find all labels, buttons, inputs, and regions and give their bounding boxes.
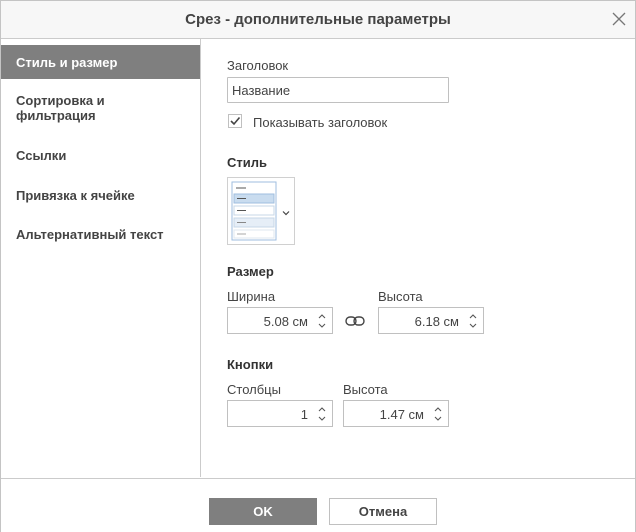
- sidebar-item-style-size[interactable]: Стиль и размер: [1, 45, 200, 79]
- style-section-label: Стиль: [227, 155, 267, 170]
- constrain-proportions-button[interactable]: [344, 312, 366, 330]
- spin-down-icon[interactable]: [467, 321, 479, 331]
- button-height-spinner[interactable]: 1.47 см: [343, 400, 449, 427]
- height-spinner[interactable]: 6.18 см: [378, 307, 484, 334]
- dialog-titlebar: Срез - дополнительные параметры: [1, 1, 635, 39]
- width-spin-arrows[interactable]: [316, 311, 328, 331]
- sidebar-item-label: Ссылки: [16, 148, 67, 163]
- sidebar-item-sorting-filtering[interactable]: Сортировка и фильтрация: [1, 93, 200, 127]
- header-input[interactable]: [227, 77, 449, 103]
- sidebar-item-label: Альтернативный текст: [16, 227, 164, 242]
- style-picker[interactable]: [227, 177, 295, 245]
- sidebar-item-cell-snapping[interactable]: Привязка к ячейке: [1, 188, 200, 206]
- show-header-label: Показывать заголовок: [253, 115, 388, 130]
- columns-spin-arrows[interactable]: [316, 404, 328, 424]
- spin-up-icon[interactable]: [316, 311, 328, 321]
- sidebar-item-alt-text[interactable]: Альтернативный текст: [1, 227, 200, 245]
- cancel-button[interactable]: Отмена: [329, 498, 437, 525]
- close-button[interactable]: [609, 9, 629, 29]
- height-label: Высота: [378, 289, 423, 304]
- ok-button[interactable]: OK: [209, 498, 317, 525]
- spin-up-icon[interactable]: [432, 404, 444, 414]
- header-label: Заголовок: [227, 58, 289, 73]
- spin-up-icon[interactable]: [467, 311, 479, 321]
- width-value: 5.08 см: [263, 314, 308, 329]
- buttons-section-label: Кнопки: [227, 357, 274, 372]
- spin-down-icon[interactable]: [432, 414, 444, 424]
- dialog: Срез - дополнительные параметры Стиль и …: [0, 0, 636, 532]
- sidebar-item-label: фильтрация: [16, 108, 96, 123]
- dialog-footer: OK Отмена: [1, 478, 635, 532]
- spin-down-icon[interactable]: [316, 321, 328, 331]
- sidebar: Стиль и размер Сортировка и фильтрация С…: [1, 39, 201, 477]
- size-section-label: Размер: [227, 264, 274, 279]
- spin-up-icon[interactable]: [316, 404, 328, 414]
- chevron-down-icon: [282, 211, 290, 216]
- show-header-checkbox[interactable]: [228, 114, 242, 128]
- sidebar-item-label: Стиль и размер: [16, 55, 118, 70]
- columns-spinner[interactable]: 1: [227, 400, 333, 427]
- sidebar-item-label: Привязка к ячейке: [16, 188, 135, 203]
- button-height-spin-arrows[interactable]: [432, 404, 444, 424]
- sidebar-item-label: Сортировка и: [16, 93, 105, 108]
- sidebar-item-references[interactable]: Ссылки: [1, 148, 200, 166]
- width-spinner[interactable]: 5.08 см: [227, 307, 333, 334]
- height-spin-arrows[interactable]: [467, 311, 479, 331]
- button-height-label: Высота: [343, 382, 388, 397]
- button-height-value: 1.47 см: [379, 407, 424, 422]
- link-icon: [345, 316, 365, 326]
- close-icon: [612, 12, 626, 26]
- height-value: 6.18 см: [414, 314, 459, 329]
- columns-value: 1: [300, 407, 308, 422]
- spin-down-icon[interactable]: [316, 414, 328, 424]
- content-panel: Заголовок Показывать заголовок Стиль: [201, 39, 635, 477]
- dialog-title: Срез - дополнительные параметры: [185, 11, 451, 28]
- check-icon: [230, 116, 241, 126]
- width-label: Ширина: [227, 289, 276, 304]
- columns-label: Столбцы: [227, 382, 281, 397]
